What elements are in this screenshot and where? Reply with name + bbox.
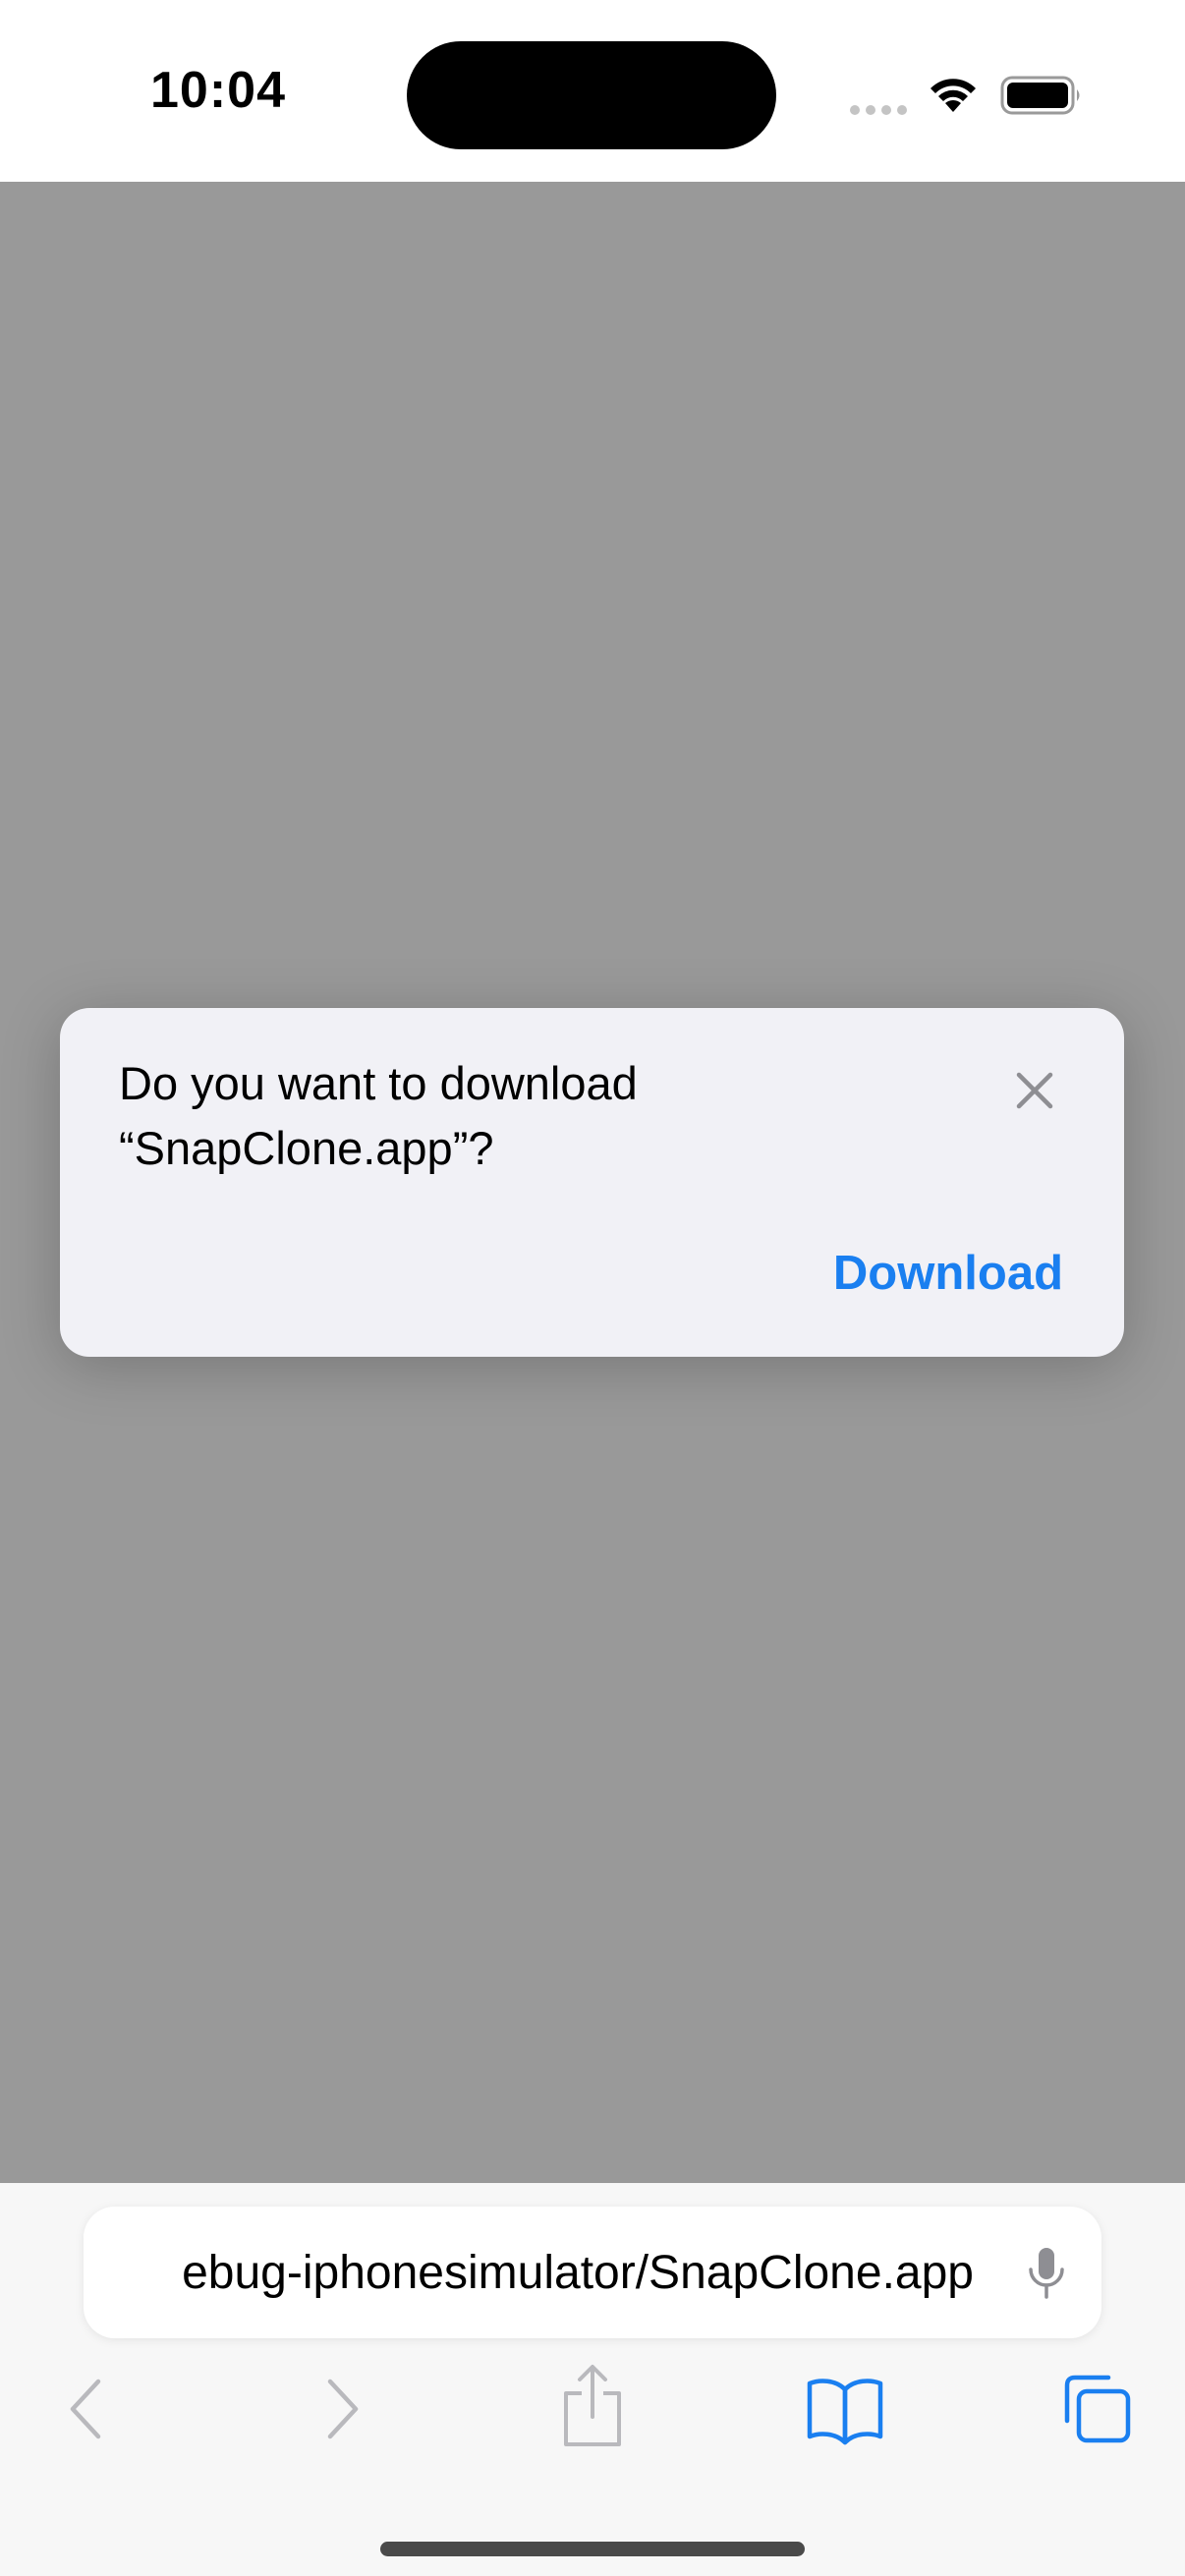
download-prompt-line-1: Do you want to download bbox=[119, 1057, 638, 1109]
close-button[interactable] bbox=[1007, 1063, 1062, 1118]
safari-screen: 10:04 Do you want to download “SnapClone… bbox=[0, 0, 1185, 2576]
download-button[interactable]: Download bbox=[833, 1246, 1063, 1301]
battery-icon bbox=[1000, 76, 1080, 115]
dynamic-island bbox=[407, 41, 776, 149]
status-bar: 10:04 bbox=[0, 0, 1185, 182]
share-icon[interactable] bbox=[558, 2360, 627, 2450]
wifi-icon bbox=[931, 79, 976, 112]
download-prompt-message: Do you want to download “SnapClone.app”? bbox=[119, 1051, 925, 1181]
close-icon bbox=[1016, 1072, 1053, 1109]
forward-chevron-icon[interactable] bbox=[318, 2368, 367, 2450]
download-prompt: Do you want to download “SnapClone.app”?… bbox=[60, 1008, 1124, 1357]
cellular-signal-icon bbox=[850, 105, 907, 115]
browser-bottom-bar: ebug-iphonesimulator/SnapClone.app bbox=[0, 2183, 1185, 2576]
download-prompt-filename: “SnapClone.app”? bbox=[119, 1122, 494, 1174]
bookmarks-book-icon[interactable] bbox=[806, 2368, 884, 2450]
tabs-icon[interactable] bbox=[1057, 2368, 1134, 2450]
home-indicator bbox=[380, 2542, 805, 2556]
url-fade bbox=[84, 2207, 172, 2338]
url-text: ebug-iphonesimulator/SnapClone.app bbox=[182, 2247, 974, 2299]
back-chevron-icon[interactable] bbox=[61, 2368, 110, 2450]
address-bar[interactable]: ebug-iphonesimulator/SnapClone.app bbox=[84, 2207, 1101, 2338]
status-time: 10:04 bbox=[150, 62, 286, 119]
microphone-icon[interactable] bbox=[1017, 2242, 1076, 2303]
